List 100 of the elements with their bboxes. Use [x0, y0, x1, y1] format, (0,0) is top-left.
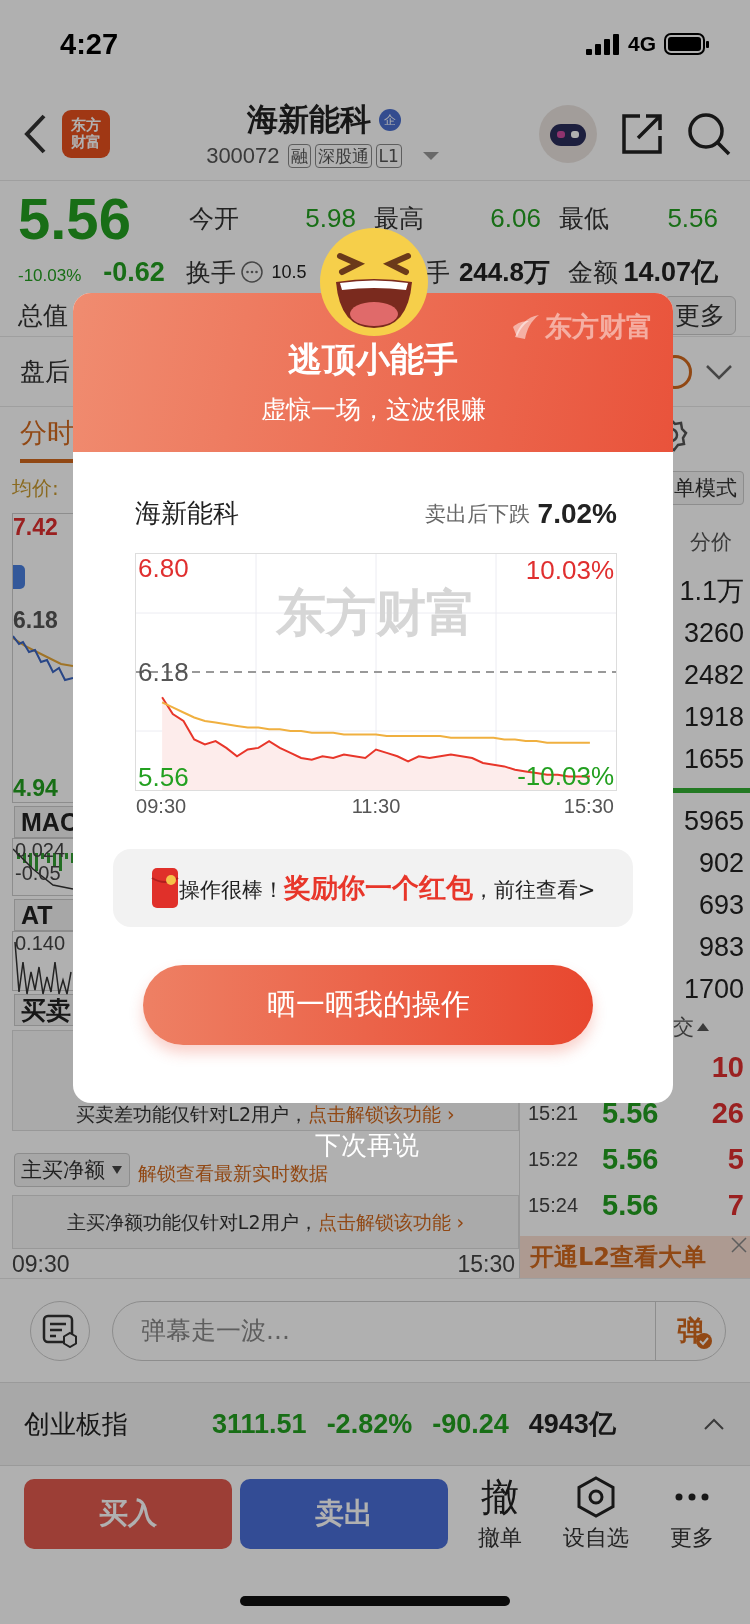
info-icon[interactable] [239, 260, 264, 284]
trade-price: 5.56 [602, 1142, 659, 1176]
dialog-subtitle: 虚惊一场，这波很赚 [260, 394, 486, 426]
stock-code: 300072 [206, 143, 280, 169]
volume-value: 1.1万 [679, 575, 744, 608]
result-value: 7.02% [537, 497, 617, 530]
axis-label: 15:30 [563, 795, 614, 818]
toolbar-action[interactable]: 撤 撤单 [456, 1475, 544, 1553]
axis-label: 6.80 [138, 553, 189, 582]
volume-value: 2482 [683, 659, 744, 691]
trade-time: 15:22 [528, 1147, 580, 1171]
brand-name: 东方财富 [545, 310, 653, 344]
back-icon[interactable] [22, 112, 48, 156]
stat-label: 总值 [18, 299, 68, 332]
trade-time: 15:21 [528, 1101, 580, 1125]
reward-link[interactable]: 操作很棒！奖励你一个红包，前往查看> [113, 849, 633, 927]
send-button[interactable]: 弹 [655, 1301, 725, 1360]
axis-label: 6.18 [138, 658, 189, 686]
brand-logo-icon [511, 313, 541, 341]
signal-icon [586, 33, 620, 55]
stat-label: 换手 [185, 256, 236, 289]
marker-icon [13, 565, 25, 589]
stat-value: 5.56 [667, 202, 718, 234]
more-icon [675, 1493, 709, 1501]
stat-label: 金额 [567, 256, 618, 289]
share-icon[interactable] [620, 112, 664, 156]
index-value: -2.82% [326, 1408, 413, 1440]
axis-label: 5.56 [138, 762, 189, 791]
dismiss-button[interactable]: 下次再说 [315, 1128, 419, 1163]
indicator-value: 0.140 [15, 932, 66, 955]
chevron-up-icon[interactable] [702, 1416, 726, 1432]
buy-button[interactable]: 买入 [24, 1479, 232, 1549]
network-label: 4G [628, 32, 656, 56]
notice-text: 买卖差功能仅针对L2用户，点击解锁该功能 › [76, 1102, 455, 1127]
index-name: 创业板指 [24, 1407, 129, 1441]
stat-label: 最低 [558, 202, 609, 235]
envelope-icon [150, 866, 179, 910]
share-button[interactable]: 晒一晒我的操作 [143, 965, 593, 1045]
volume-value: 3260 [683, 617, 744, 649]
time-label: 09:30 [12, 1251, 70, 1278]
index-value: 3111.51 [212, 1408, 307, 1440]
volume-value: 1700 [683, 973, 744, 1005]
stat-value: 6.06 [490, 202, 541, 234]
trade-price: 5.56 [602, 1188, 659, 1222]
net-buy-dropdown[interactable]: 主买净额 [14, 1153, 130, 1187]
sort-icon[interactable] [696, 1022, 710, 1032]
stock-name: 海新能科 [135, 497, 239, 530]
stock-title: 海新能科 [247, 100, 371, 139]
last-price: 5.56 [18, 184, 131, 252]
document-gear-icon [42, 1313, 78, 1348]
index-value: -90.24 [432, 1408, 509, 1440]
trade-volume: 26 [711, 1096, 744, 1130]
caret-icon [111, 1165, 123, 1175]
notice-text: 主买净额功能仅针对L2用户，点击解锁该功能 › [66, 1210, 465, 1235]
column-header: 交 [673, 1014, 694, 1041]
upgrade-banner[interactable]: 开通L2查看大单 [520, 1236, 750, 1278]
sell-button[interactable]: 卖出 [240, 1479, 448, 1549]
stat-label: 今开 [188, 202, 239, 235]
index-amount: 4943亿 [528, 1408, 616, 1441]
volume-value: 1655 [683, 743, 744, 775]
status-time: 4:27 [60, 27, 119, 61]
unlock-link[interactable]: 点击解锁该功能 › [317, 1211, 465, 1233]
price-axis-label: 4.94 [13, 775, 58, 802]
toolbar-action[interactable]: 更多 [648, 1475, 736, 1553]
stat-value: 10.5 [271, 261, 307, 283]
trade-volume: 5 [727, 1142, 744, 1176]
volume-value: 983 [698, 931, 744, 963]
stat-value: 14.07亿 [623, 256, 718, 289]
trade-volume: 7 [727, 1188, 744, 1222]
average-price-label: 均价: [12, 474, 59, 502]
axis-label: 09:30 [136, 795, 187, 818]
volume-value: 5965 [683, 805, 744, 837]
banner-text: 开通L2查看大单 [530, 1242, 706, 1273]
percent-label: 10.03% [525, 556, 614, 584]
stat-label: 最高 [373, 202, 424, 235]
result-label: 卖出后下跌 [424, 500, 530, 528]
volume-value: 693 [698, 889, 744, 921]
price-axis-label: 7.42 [13, 514, 58, 541]
volume-value: 902 [698, 847, 744, 879]
after-hours-label: 盘后 [20, 356, 70, 388]
stat-value: 244.8万 [458, 255, 550, 289]
battery-icon [664, 32, 710, 56]
unlock-hint[interactable]: 解锁查看最新实时数据 [138, 1161, 328, 1187]
time-label: 15:30 [457, 1251, 515, 1278]
indicator-value: 0.024 [15, 839, 66, 862]
cancel-glyph: 撤 [481, 1475, 519, 1519]
toolbar-action[interactable]: 设自选 [552, 1475, 640, 1553]
trade-time: 15:24 [528, 1193, 580, 1217]
robot-avatar-icon[interactable] [538, 104, 598, 164]
change-value: -0.62 [103, 256, 165, 288]
unlock-link[interactable]: 点击解锁该功能 › [308, 1103, 455, 1125]
app-logo: 东方 财富 [62, 110, 110, 158]
trade-price: 5.56 [602, 1096, 659, 1130]
stock-tag: 深股通 [314, 144, 372, 168]
price-axis-label: 6.18 [13, 607, 58, 634]
enterprise-badge: 企 [379, 109, 401, 131]
dialog-title: 逃顶小能手 [288, 338, 458, 381]
stock-tag: L1 [375, 144, 402, 168]
search-icon[interactable] [686, 111, 732, 157]
stock-tag: 融 [287, 144, 311, 168]
